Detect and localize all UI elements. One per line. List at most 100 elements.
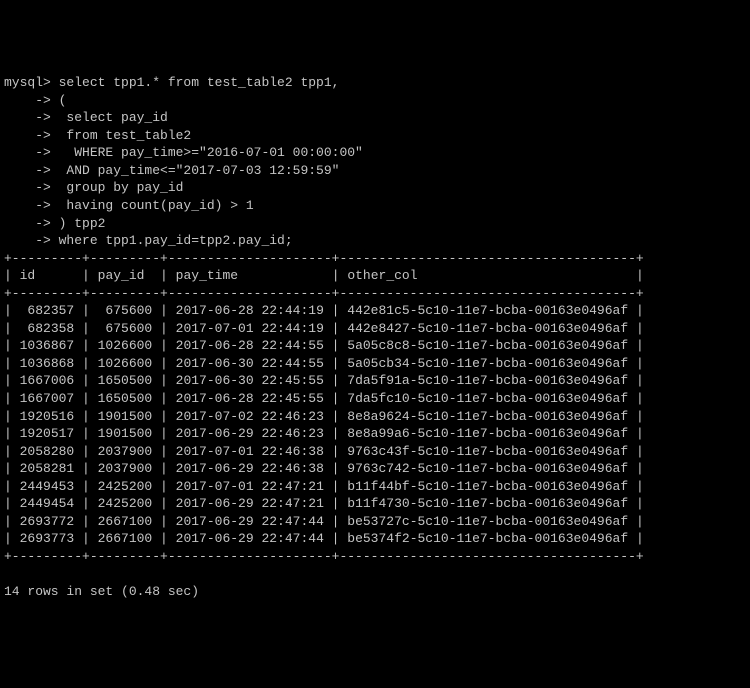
cell-id: 1920517 [20,426,75,441]
table-row: | 2693773 | 2667100 | 2017-06-29 22:47:4… [4,531,644,546]
query-line-5: AND pay_time<="2017-07-03 12:59:59" [51,163,340,178]
cell-pay-time: 2017-07-01 22:47:21 [176,479,324,494]
continuation-prompt: -> [4,216,51,231]
cell-pay-id: 2037900 [98,461,153,476]
col-header-pay-time: pay_time [176,268,238,283]
table-row: | 1036868 | 1026600 | 2017-06-30 22:44:5… [4,356,644,371]
query-line-9: where tpp1.pay_id=tpp2.pay_id; [51,233,293,248]
mysql-prompt: mysql> [4,75,51,90]
table-border-bottom: +---------+---------+-------------------… [4,549,644,564]
cell-other-col: 442e8427-5c10-11e7-bcba-00163e0496af [347,321,628,336]
table-row: | 682357 | 675600 | 2017-06-28 22:44:19 … [4,303,644,318]
query-line-6: group by pay_id [51,180,184,195]
table-row: | 2693772 | 2667100 | 2017-06-29 22:47:4… [4,514,644,529]
table-row: | 2058280 | 2037900 | 2017-07-01 22:46:3… [4,444,644,459]
cell-other-col: 7da5fc10-5c10-11e7-bcba-00163e0496af [347,391,628,406]
query-line-8: ) tpp2 [51,216,106,231]
cell-other-col: be53727c-5c10-11e7-bcba-00163e0496af [347,514,628,529]
cell-pay-id: 2425200 [98,479,153,494]
cell-id: 2449454 [20,496,75,511]
cell-id: 2693773 [20,531,75,546]
cell-id: 1667007 [20,391,75,406]
table-row: | 1667006 | 1650500 | 2017-06-30 22:45:5… [4,373,644,388]
cell-other-col: 9763c43f-5c10-11e7-bcba-00163e0496af [347,444,628,459]
cell-pay-time: 2017-06-29 22:47:44 [176,514,324,529]
cell-pay-id: 1026600 [98,338,153,353]
cell-id: 2058281 [20,461,75,476]
cell-pay-id: 2425200 [98,496,153,511]
table-row: | 1667007 | 1650500 | 2017-06-28 22:45:5… [4,391,644,406]
cell-id: 1036868 [20,356,75,371]
cell-id: 1920516 [20,409,75,424]
cell-pay-time: 2017-06-28 22:44:55 [176,338,324,353]
cell-pay-time: 2017-06-29 22:47:21 [176,496,324,511]
query-line-7: having count(pay_id) > 1 [51,198,254,213]
table-border-top: +---------+---------+-------------------… [4,251,644,266]
cell-other-col: b11f44bf-5c10-11e7-bcba-00163e0496af [347,479,628,494]
table-header-row: | id | pay_id | pay_time | other_col | [4,268,644,283]
table-row: | 1920517 | 1901500 | 2017-06-29 22:46:2… [4,426,644,441]
query-line-3: from test_table2 [51,128,191,143]
cell-other-col: 442e81c5-5c10-11e7-bcba-00163e0496af [347,303,628,318]
table-row: | 2449454 | 2425200 | 2017-06-29 22:47:2… [4,496,644,511]
continuation-prompt: -> [4,180,51,195]
cell-pay-time: 2017-06-29 22:46:23 [176,426,324,441]
cell-other-col: 5a05cb34-5c10-11e7-bcba-00163e0496af [347,356,628,371]
continuation-prompt: -> [4,93,51,108]
cell-pay-time: 2017-06-30 22:45:55 [176,373,324,388]
query-line-4: WHERE pay_time>="2016-07-01 00:00:00" [51,145,363,160]
cell-id: 1036867 [20,338,75,353]
cell-other-col: 7da5f91a-5c10-11e7-bcba-00163e0496af [347,373,628,388]
cell-other-col: 5a05c8c8-5c10-11e7-bcba-00163e0496af [347,338,628,353]
query-line-0: select tpp1.* from test_table2 tpp1, [51,75,340,90]
cell-pay-id: 2037900 [98,444,153,459]
col-header-other-col: other_col [347,268,417,283]
cell-pay-time: 2017-06-28 22:44:19 [176,303,324,318]
cell-other-col: 8e8a9624-5c10-11e7-bcba-00163e0496af [347,409,628,424]
cell-pay-id: 675600 [98,303,153,318]
cell-pay-id: 1901500 [98,426,153,441]
col-header-pay-id: pay_id [98,268,145,283]
cell-id: 2449453 [20,479,75,494]
table-row: | 1036867 | 1026600 | 2017-06-28 22:44:5… [4,338,644,353]
cell-id: 2058280 [20,444,75,459]
table-row: | 1920516 | 1901500 | 2017-07-02 22:46:2… [4,409,644,424]
continuation-prompt: -> [4,163,51,178]
cell-pay-time: 2017-07-01 22:46:38 [176,444,324,459]
continuation-prompt: -> [4,198,51,213]
cell-pay-time: 2017-07-02 22:46:23 [176,409,324,424]
cell-pay-time: 2017-06-30 22:44:55 [176,356,324,371]
cell-other-col: b11f4730-5c10-11e7-bcba-00163e0496af [347,496,628,511]
query-line-1: ( [51,93,67,108]
table-border-mid: +---------+---------+-------------------… [4,286,644,301]
cell-pay-id: 1650500 [98,373,153,388]
cell-pay-id: 1650500 [98,391,153,406]
cell-other-col: 8e8a99a6-5c10-11e7-bcba-00163e0496af [347,426,628,441]
continuation-prompt: -> [4,233,51,248]
cell-pay-id: 1026600 [98,356,153,371]
col-header-id: id [20,268,36,283]
cell-id: 682358 [20,321,75,336]
cell-pay-id: 675600 [98,321,153,336]
table-row: | 682358 | 675600 | 2017-07-01 22:44:19 … [4,321,644,336]
table-row: | 2058281 | 2037900 | 2017-06-29 22:46:3… [4,461,644,476]
continuation-prompt: -> [4,128,51,143]
cell-id: 1667006 [20,373,75,388]
table-row: | 2449453 | 2425200 | 2017-07-01 22:47:2… [4,479,644,494]
cell-pay-time: 2017-06-28 22:45:55 [176,391,324,406]
result-footer: 14 rows in set (0.48 sec) [4,584,199,599]
cell-pay-time: 2017-06-29 22:46:38 [176,461,324,476]
cell-other-col: be5374f2-5c10-11e7-bcba-00163e0496af [347,531,628,546]
cell-other-col: 9763c742-5c10-11e7-bcba-00163e0496af [347,461,628,476]
continuation-prompt: -> [4,145,51,160]
cell-id: 2693772 [20,514,75,529]
cell-pay-time: 2017-06-29 22:47:44 [176,531,324,546]
cell-id: 682357 [20,303,75,318]
cell-pay-id: 2667100 [98,531,153,546]
cell-pay-id: 1901500 [98,409,153,424]
continuation-prompt: -> [4,110,51,125]
cell-pay-time: 2017-07-01 22:44:19 [176,321,324,336]
cell-pay-id: 2667100 [98,514,153,529]
terminal-output: mysql> select tpp1.* from test_table2 tp… [4,74,746,600]
query-line-2: select pay_id [51,110,168,125]
